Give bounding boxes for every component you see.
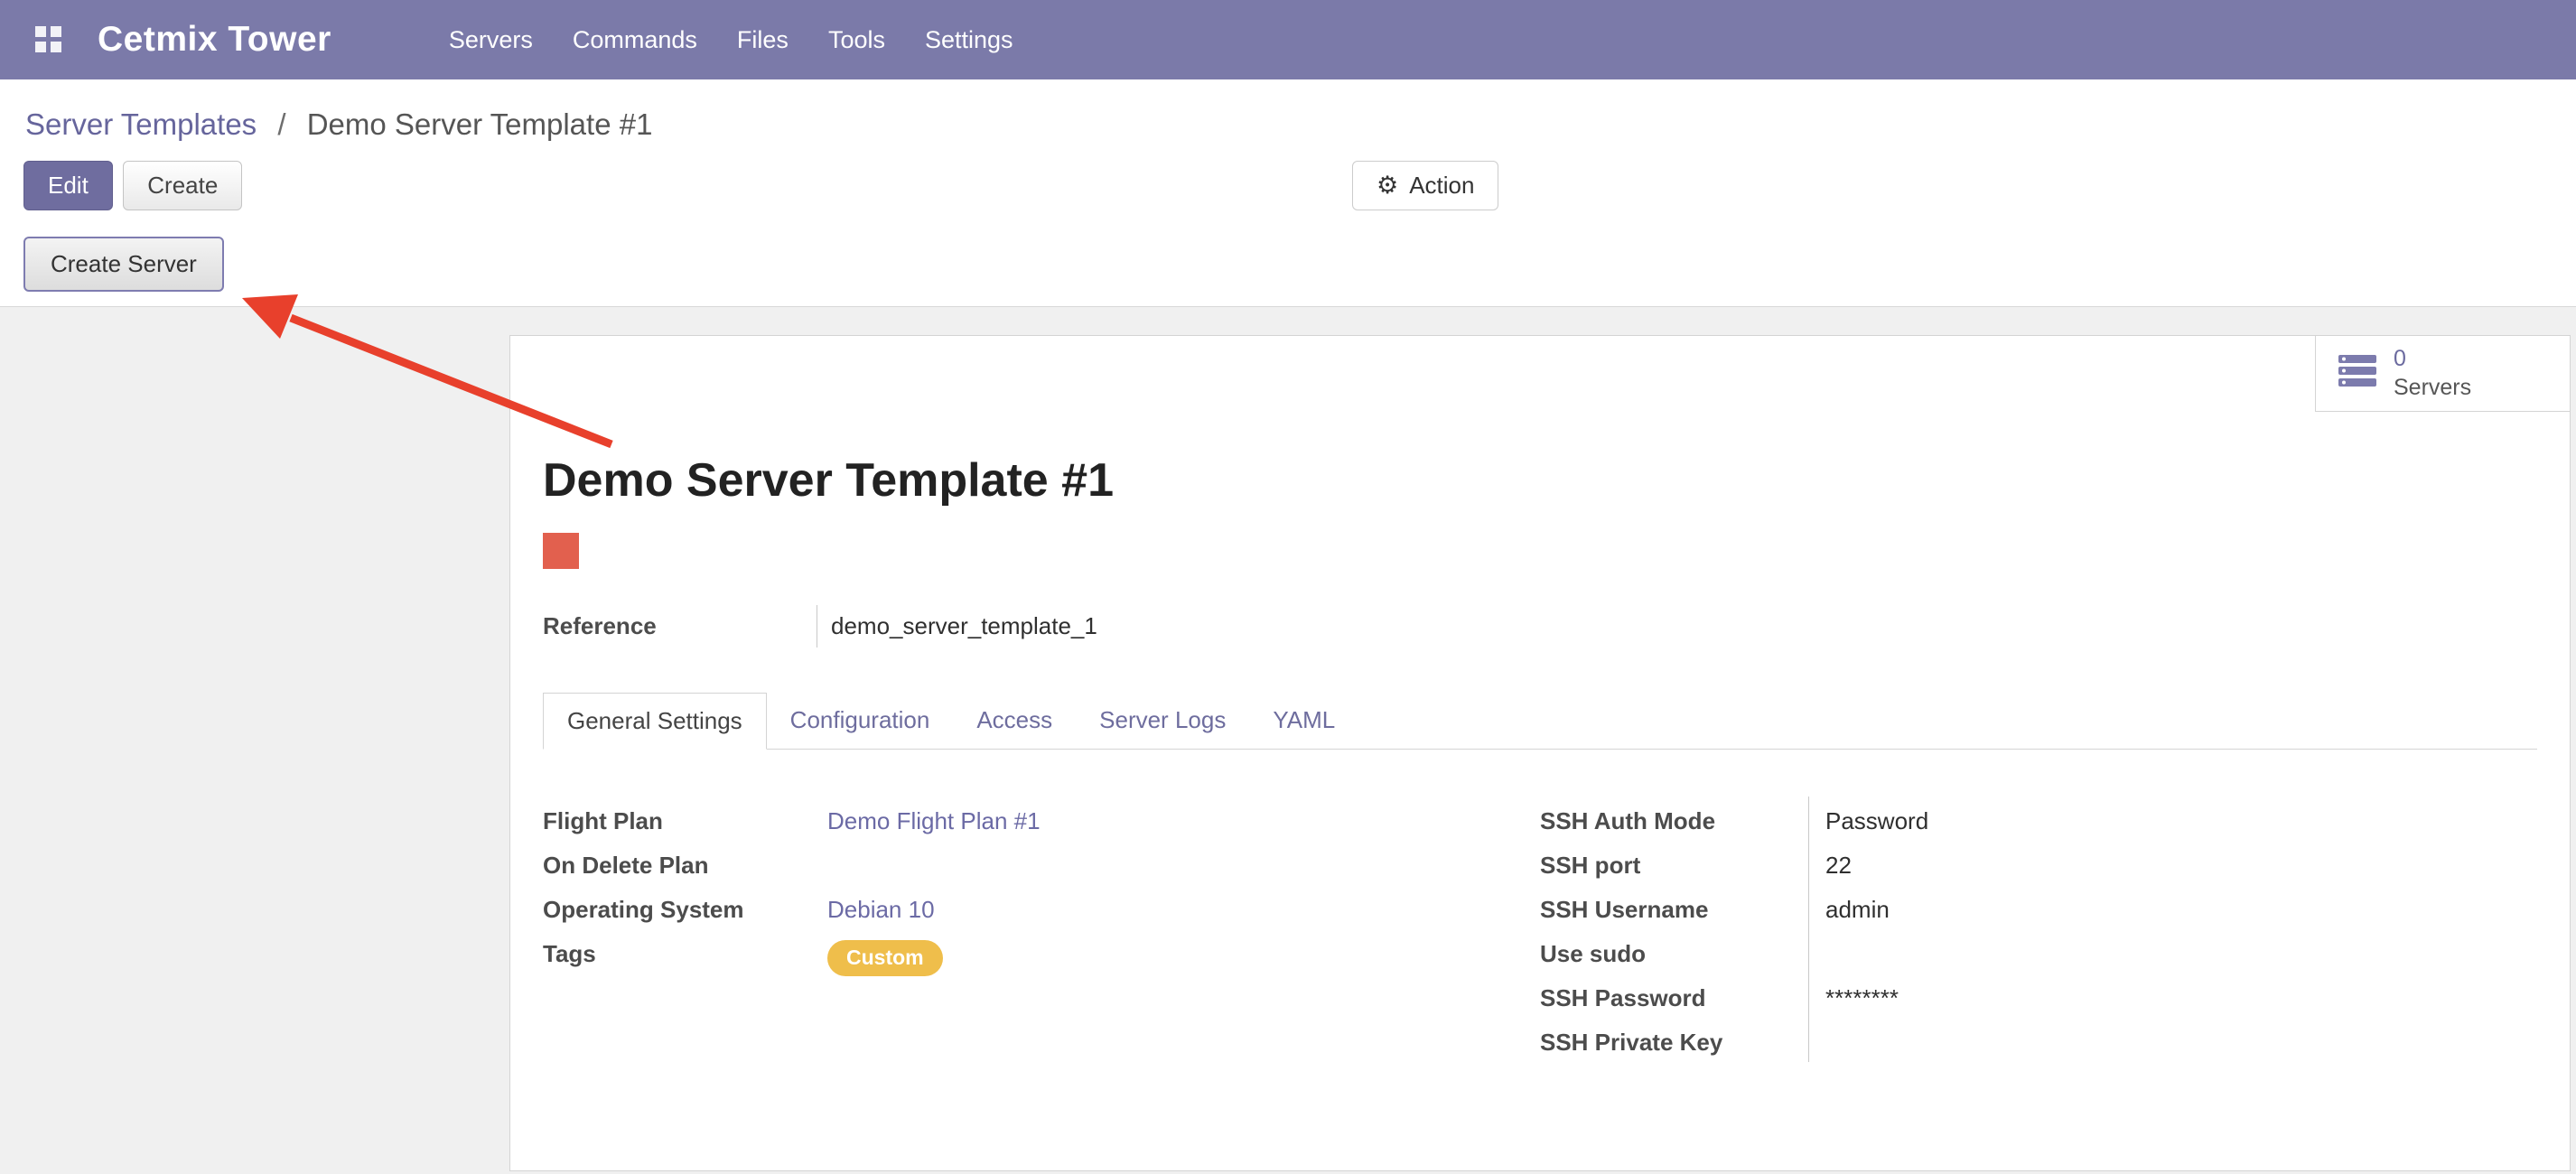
create-button[interactable]: Create (123, 161, 242, 210)
field-value: admin (1808, 889, 1890, 924)
field-value: ******** (1808, 977, 1899, 1012)
color-swatch (543, 533, 579, 569)
field-label: SSH Private Key (1540, 1021, 1808, 1057)
action-button[interactable]: ⚙ Action (1352, 161, 1498, 210)
tab-general-settings[interactable]: General Settings (543, 693, 767, 750)
menu-item-tools[interactable]: Tools (808, 0, 905, 79)
menu-item-commands[interactable]: Commands (553, 0, 717, 79)
flight-plan-link[interactable]: Demo Flight Plan #1 (827, 807, 1041, 834)
field-row-operating-system: Operating System Debian 10 (543, 889, 1540, 933)
create-server-button[interactable]: Create Server (23, 237, 224, 292)
form-toolbar: Edit Create ⚙ Action (0, 152, 2576, 224)
field-row-ssh-username: SSH Username admin (1540, 889, 2537, 933)
field-value (1808, 933, 1825, 940)
field-value: Debian 10 (827, 889, 935, 924)
tab-server-logs[interactable]: Server Logs (1076, 693, 1249, 749)
statusbar: Create Server (0, 224, 2576, 307)
apps-grid-icon[interactable] (23, 0, 74, 79)
field-label: SSH Password (1540, 977, 1808, 1012)
reference-value: demo_server_template_1 (817, 605, 1097, 648)
menu-item-settings[interactable]: Settings (905, 0, 1033, 79)
field-row-ssh-private-key: SSH Private Key (1540, 1021, 2537, 1066)
breadcrumb-current: Demo Server Template #1 (307, 107, 653, 141)
reference-row: Reference demo_server_template_1 (543, 605, 2537, 648)
field-label: SSH Auth Mode (1540, 800, 1808, 835)
app-brand[interactable]: Cetmix Tower (98, 20, 331, 60)
field-label: SSH port (1540, 844, 1808, 880)
field-value: Password (1808, 800, 1928, 835)
reference-label: Reference (543, 605, 817, 648)
tab-access[interactable]: Access (953, 693, 1076, 749)
field-row-ssh-port: SSH port 22 (1540, 844, 2537, 889)
top-navbar: Cetmix Tower Servers Commands Files Tool… (0, 0, 2576, 79)
tab-configuration[interactable]: Configuration (767, 693, 954, 749)
field-groups: Flight Plan Demo Flight Plan #1 On Delet… (543, 800, 2537, 1066)
edit-button[interactable]: Edit (23, 161, 113, 210)
field-label: Tags (543, 933, 827, 968)
servers-stat-label: Servers (2394, 374, 2471, 402)
field-label: Operating System (543, 889, 827, 924)
field-row-ssh-password: SSH Password ******** (1540, 977, 2537, 1021)
menu-item-servers[interactable]: Servers (429, 0, 553, 79)
operating-system-link[interactable]: Debian 10 (827, 896, 935, 923)
content-area: 0 Servers Demo Server Template #1 Refere… (0, 307, 2576, 1174)
form-sheet: 0 Servers Demo Server Template #1 Refere… (509, 335, 2571, 1171)
action-button-label: Action (1409, 172, 1474, 200)
main-menu: Servers Commands Files Tools Settings (429, 0, 1033, 79)
field-row-flight-plan: Flight Plan Demo Flight Plan #1 (543, 800, 1540, 844)
field-row-tags: Tags Custom (543, 933, 1540, 977)
servers-stat-text: 0 Servers (2394, 345, 2471, 402)
field-label: Use sudo (1540, 933, 1808, 968)
servers-stat-button[interactable]: 0 Servers (2315, 336, 2570, 412)
menu-item-files[interactable]: Files (717, 0, 808, 79)
field-label: Flight Plan (543, 800, 827, 835)
right-field-group: SSH Auth Mode Password SSH port 22 SSH U… (1540, 800, 2537, 1066)
field-label: SSH Username (1540, 889, 1808, 924)
page-title: Demo Server Template #1 (543, 453, 2537, 508)
breadcrumb: Server Templates / Demo Server Template … (0, 79, 2576, 152)
tab-yaml[interactable]: YAML (1249, 693, 1358, 749)
field-row-ssh-auth-mode: SSH Auth Mode Password (1540, 800, 2537, 844)
servers-icon (2338, 351, 2377, 396)
field-row-on-delete-plan: On Delete Plan (543, 844, 1540, 889)
breadcrumb-separator: / (277, 107, 285, 141)
field-row-use-sudo: Use sudo (1540, 933, 2537, 977)
notebook-tabs: General Settings Configuration Access Se… (543, 693, 2537, 750)
left-field-group: Flight Plan Demo Flight Plan #1 On Delet… (543, 800, 1540, 1066)
tag-badge-custom: Custom (827, 940, 943, 976)
field-label: On Delete Plan (543, 844, 827, 880)
field-value: Custom (827, 933, 943, 976)
field-value (1808, 1021, 1825, 1029)
gear-icon: ⚙ (1377, 173, 1398, 198)
breadcrumb-parent-link[interactable]: Server Templates (25, 107, 257, 141)
field-value: Demo Flight Plan #1 (827, 800, 1041, 835)
field-value: 22 (1808, 844, 1852, 880)
servers-count: 0 (2394, 345, 2471, 373)
